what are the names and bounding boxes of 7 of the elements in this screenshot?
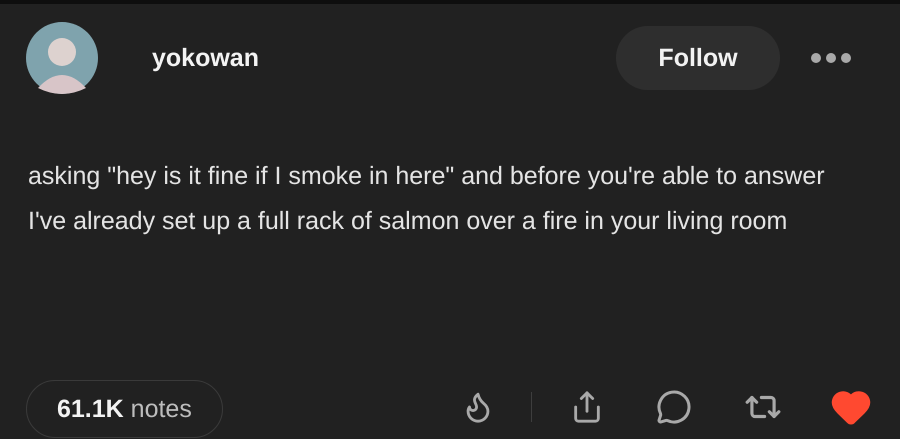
avatar[interactable] (26, 22, 98, 94)
comment-icon[interactable] (656, 389, 692, 425)
username[interactable]: yokowan (152, 44, 616, 72)
post-text: asking "hey is it fine if I smoke in here" and before you're able to answer I've already set up a full rack of salmon over a fire in your living room (28, 161, 826, 237)
notes-count[interactable]: 61.1K notes (26, 380, 223, 438)
more-options-icon[interactable] (810, 52, 852, 64)
follow-button[interactable]: Follow (616, 26, 780, 90)
